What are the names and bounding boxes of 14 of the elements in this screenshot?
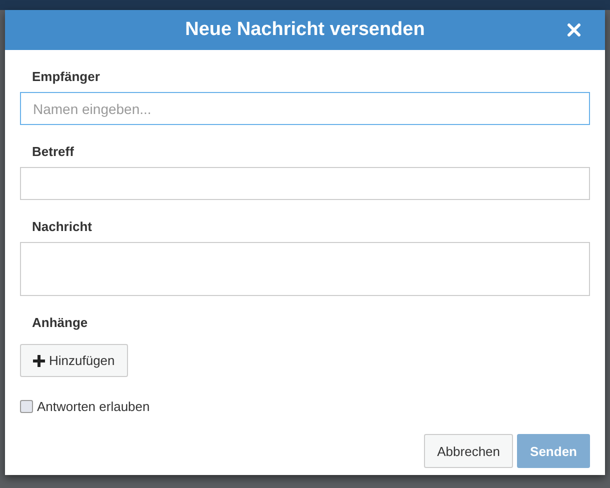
checkbox-label: Antworten erlauben	[37, 399, 150, 414]
field-label: Anhänge	[32, 315, 89, 332]
checkbox[interactable]	[20, 400, 33, 413]
close-icon[interactable]	[567, 23, 581, 37]
cancel-button[interactable]: Abbrechen	[424, 434, 514, 468]
input-field[interactable]	[20, 167, 590, 200]
message-field[interactable]	[20, 242, 590, 296]
field-label: Empfänger	[32, 69, 101, 86]
add-button[interactable]: Hinzufügen	[20, 344, 128, 377]
plus-icon	[33, 354, 45, 366]
dialog-title: Neue Nachricht versenden	[185, 19, 425, 41]
field-label: Betreff	[32, 144, 75, 161]
input-field[interactable]: Namen eingeben...	[20, 92, 590, 125]
field-label: Nachricht	[32, 219, 93, 236]
